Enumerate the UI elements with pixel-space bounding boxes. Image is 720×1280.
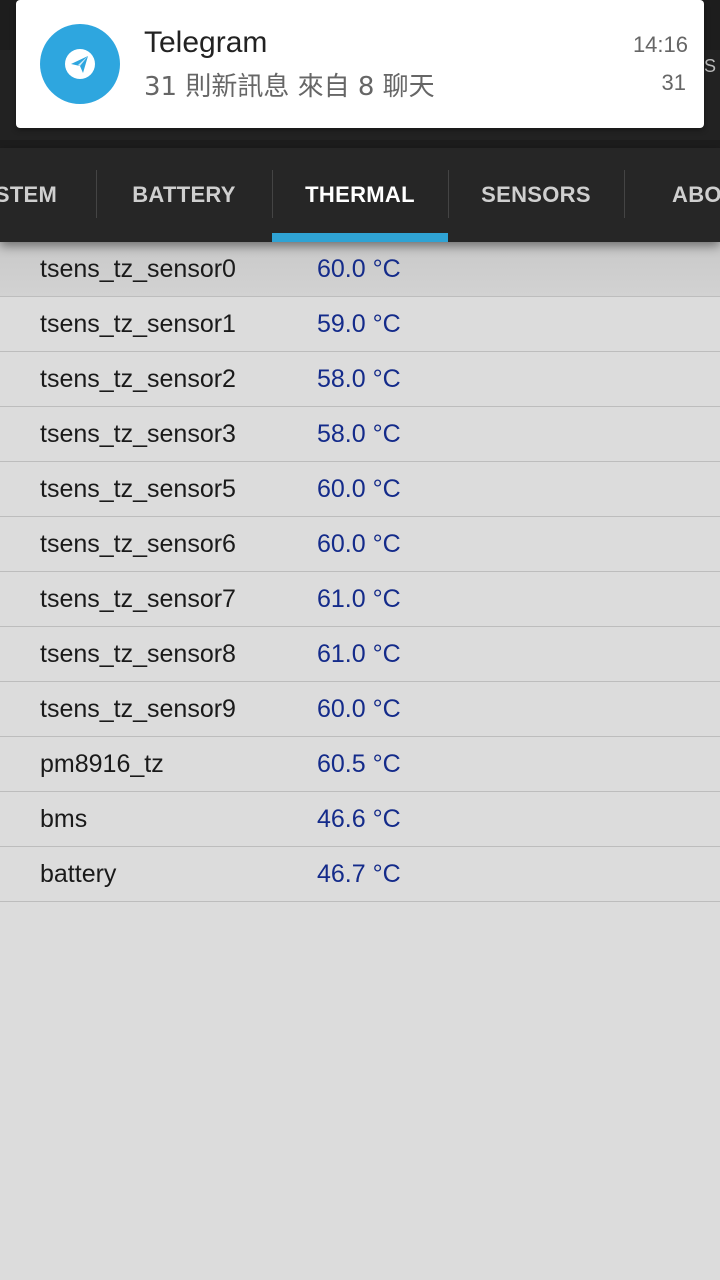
- tab-battery[interactable]: BATTERY: [96, 148, 272, 242]
- zone-name: tsens_tz_sensor2: [40, 364, 236, 393]
- list-item[interactable]: tsens_tz_sensor7 61.0 °C: [0, 572, 720, 627]
- zone-name: tsens_tz_sensor7: [40, 584, 236, 613]
- zone-temp: 58.0 °C: [317, 419, 401, 448]
- zone-temp: 60.0 °C: [317, 529, 401, 558]
- zone-temp: 60.0 °C: [317, 474, 401, 503]
- zone-temp: 60.0 °C: [317, 254, 401, 283]
- zone-name: tsens_tz_sensor0: [40, 254, 236, 283]
- paper-plane-icon: [65, 49, 95, 79]
- tab-label: STEM: [0, 182, 58, 207]
- zone-temp: 61.0 °C: [317, 639, 401, 668]
- tab-divider: [624, 170, 625, 218]
- zone-name: tsens_tz_sensor5: [40, 474, 236, 503]
- tab-label: ABO: [672, 182, 720, 207]
- thermal-list: tsens_tz_sensor0 60.0 °C tsens_tz_sensor1…: [0, 242, 720, 902]
- list-item[interactable]: tsens_tz_sensor5 60.0 °C: [0, 462, 720, 517]
- tab-sensors[interactable]: SENSORS: [448, 148, 624, 242]
- header-peek-text: S: [703, 56, 716, 76]
- list-item[interactable]: tsens_tz_sensor9 60.0 °C: [0, 682, 720, 737]
- notification-message: 31 則新訊息 來自 8 聊天: [144, 72, 435, 102]
- telegram-notification[interactable]: Telegram 31 則新訊息 來自 8 聊天 14:16 31: [16, 0, 704, 128]
- zone-name: tsens_tz_sensor9: [40, 694, 236, 723]
- list-item[interactable]: tsens_tz_sensor3 58.0 °C: [0, 407, 720, 462]
- tab-bar: STEM BATTERY THERMAL SENSORS ABO: [0, 148, 720, 242]
- list-item[interactable]: tsens_tz_sensor6 60.0 °C: [0, 517, 720, 572]
- zone-temp: 46.7 °C: [317, 859, 401, 888]
- notification-time: 14:16: [632, 32, 688, 57]
- tab-label: BATTERY: [132, 182, 236, 207]
- tab-label: SENSORS: [481, 182, 591, 207]
- list-item[interactable]: battery 46.7 °C: [0, 847, 720, 902]
- zone-temp: 60.5 °C: [317, 749, 401, 778]
- zone-name: tsens_tz_sensor3: [40, 419, 236, 448]
- list-item[interactable]: tsens_tz_sensor2 58.0 °C: [0, 352, 720, 407]
- zone-temp: 59.0 °C: [317, 309, 401, 338]
- zone-name: battery: [40, 859, 117, 888]
- zone-name: tsens_tz_sensor1: [40, 309, 236, 338]
- notification-count: 31: [661, 70, 686, 95]
- telegram-app-icon: [40, 24, 120, 104]
- zone-temp: 46.6 °C: [317, 804, 401, 833]
- list-item[interactable]: tsens_tz_sensor1 59.0 °C: [0, 297, 720, 352]
- zone-temp: 60.0 °C: [317, 694, 401, 723]
- zone-name: tsens_tz_sensor8: [40, 639, 236, 668]
- notification-app-name: Telegram: [144, 26, 268, 59]
- zone-name: tsens_tz_sensor6: [40, 529, 236, 558]
- list-item[interactable]: pm8916_tz 60.5 °C: [0, 737, 720, 792]
- zone-name: bms: [40, 804, 88, 833]
- zone-name: pm8916_tz: [40, 749, 164, 778]
- zone-temp: 58.0 °C: [317, 364, 401, 393]
- list-item[interactable]: tsens_tz_sensor0 60.0 °C: [0, 242, 720, 297]
- list-item[interactable]: bms 46.6 °C: [0, 792, 720, 847]
- tab-thermal[interactable]: THERMAL: [272, 148, 448, 242]
- tab-about[interactable]: ABO: [672, 148, 720, 242]
- tab-label: THERMAL: [305, 182, 415, 207]
- list-item[interactable]: tsens_tz_sensor8 61.0 °C: [0, 627, 720, 682]
- zone-temp: 61.0 °C: [317, 584, 401, 613]
